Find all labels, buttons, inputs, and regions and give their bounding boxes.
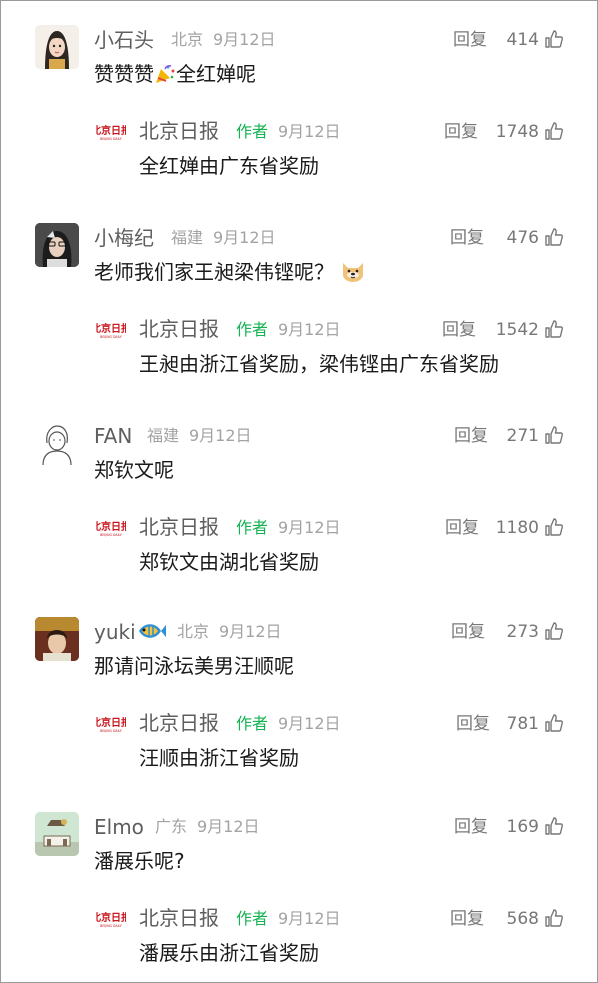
like-count: 273 — [506, 622, 539, 642]
user-avatar[interactable] — [35, 812, 79, 856]
reply-button[interactable]: 回复 — [442, 320, 476, 340]
reply-text: 郑钦文由湖北省奖励 — [139, 550, 319, 574]
comment-date: 9月12日 — [213, 228, 276, 247]
user-avatar[interactable] — [35, 25, 79, 69]
author-name[interactable]: 北京日报 — [139, 317, 219, 341]
username[interactable]: FAN — [94, 424, 132, 448]
comment-text-part: 老师我们家王昶梁伟铿呢？ — [94, 260, 334, 284]
like-count: 1542 — [495, 320, 539, 340]
comment-text-part: 全红婵呢 — [176, 62, 256, 86]
author-badge: 作者 — [236, 909, 269, 928]
comment-text: 郑钦文呢 — [94, 458, 174, 482]
comment-text: 老师我们家王昶梁伟铿呢？ — [94, 259, 366, 289]
thumbs-up-icon[interactable] — [544, 816, 564, 836]
author-name[interactable]: 北京日报 — [139, 119, 219, 143]
svg-text:BEIJING DAILY: BEIJING DAILY — [100, 533, 122, 537]
thumbs-up-icon[interactable] — [544, 713, 564, 733]
svg-text:北京日报: 北京日报 — [96, 520, 126, 533]
comment-location: 福建 — [147, 426, 180, 445]
beijing-daily-logo[interactable]: 北京日报BEIJING DAILY — [91, 910, 131, 928]
like-count: 781 — [506, 714, 539, 734]
comment-location: 福建 — [171, 228, 204, 247]
reply-date: 9月12日 — [278, 320, 341, 339]
svg-text:北京日报: 北京日报 — [96, 716, 126, 729]
author-badge: 作者 — [236, 518, 269, 537]
like-count: 1748 — [495, 122, 539, 142]
beijing-daily-logo[interactable]: 北京日报BEIJING DAILY — [91, 321, 131, 339]
svg-text:北京日报: 北京日报 — [96, 911, 126, 924]
reply-text: 潘展乐由浙江省奖励 — [139, 941, 319, 965]
author-badge: 作者 — [236, 122, 269, 141]
thumbs-up-icon[interactable] — [544, 121, 564, 141]
reply-date: 9月12日 — [278, 122, 341, 141]
user-avatar[interactable] — [35, 421, 79, 465]
svg-text:BEIJING DAILY: BEIJING DAILY — [100, 924, 122, 928]
thumbs-up-icon[interactable] — [544, 29, 564, 49]
fish-icon — [136, 617, 166, 649]
comment-date: 9月12日 — [189, 426, 252, 445]
author-name[interactable]: 北京日报 — [139, 515, 219, 539]
svg-text:北京日报: 北京日报 — [96, 124, 126, 137]
comment-location: 北京 — [171, 30, 204, 49]
reply-date: 9月12日 — [278, 909, 341, 928]
like-count: 414 — [506, 30, 539, 50]
like-count: 476 — [506, 228, 539, 248]
author-name[interactable]: 北京日报 — [139, 906, 219, 930]
comment-text-part: 赞赞赞 — [94, 62, 154, 86]
user-avatar[interactable] — [35, 223, 79, 267]
username[interactable]: yuki — [94, 620, 136, 644]
thumbs-up-icon[interactable] — [544, 227, 564, 247]
svg-text:BEIJING DAILY: BEIJING DAILY — [100, 335, 122, 339]
comment-location: 北京 — [177, 622, 210, 641]
thumbs-up-icon[interactable] — [544, 319, 564, 339]
username[interactable]: 小梅纪 — [94, 226, 154, 250]
reply-button[interactable]: 回复 — [445, 518, 479, 538]
beijing-daily-logo[interactable]: 北京日报BEIJING DAILY — [91, 715, 131, 733]
reply-date: 9月12日 — [278, 518, 341, 537]
thumbs-up-icon[interactable] — [544, 621, 564, 641]
beijing-daily-logo[interactable]: 北京日报BEIJING DAILY — [91, 519, 131, 537]
thumbs-up-icon[interactable] — [544, 425, 564, 445]
svg-text:BEIJING DAILY: BEIJING DAILY — [100, 137, 122, 141]
comment-text: 潘展乐呢? — [94, 849, 185, 873]
author-name[interactable]: 北京日报 — [139, 711, 219, 735]
beijing-daily-logo[interactable]: 北京日报BEIJING DAILY — [91, 123, 131, 141]
comment-location: 广东 — [155, 817, 188, 836]
user-avatar[interactable] — [35, 617, 79, 661]
comment-date: 9月12日 — [219, 622, 282, 641]
author-badge: 作者 — [236, 714, 269, 733]
svg-text:BEIJING DAILY: BEIJING DAILY — [100, 729, 122, 733]
like-count: 1180 — [495, 518, 539, 538]
author-badge: 作者 — [236, 320, 269, 339]
reply-text: 汪顺由浙江省奖励 — [139, 746, 299, 770]
like-count: 568 — [506, 909, 539, 929]
comment-list: 小石头 北京 9月12日 回复 414 赞赞赞全红婵呢 北京日报BEIJING … — [0, 0, 598, 983]
reply-text: 王昶由浙江省奖励，梁伟铿由广东省奖励 — [139, 352, 499, 376]
username[interactable]: 小石头 — [94, 28, 154, 52]
like-count: 169 — [506, 817, 539, 837]
username[interactable]: Elmo — [94, 815, 144, 839]
reply-text: 全红婵由广东省奖励 — [139, 154, 319, 178]
like-count: 271 — [506, 426, 539, 446]
thumbs-up-icon[interactable] — [544, 908, 564, 928]
doge-emoji-icon — [340, 259, 366, 289]
reply-date: 9月12日 — [278, 714, 341, 733]
comment-date: 9月12日 — [213, 30, 276, 49]
reply-button[interactable]: 回复 — [444, 122, 478, 142]
comment-text: 赞赞赞 全红婵呢 — [94, 61, 256, 91]
svg-text:北京日报: 北京日报 — [96, 322, 126, 335]
thumbs-up-icon[interactable] — [544, 517, 564, 537]
comment-text: 那请问泳坛美男汪顺呢 — [94, 654, 294, 678]
comment-date: 9月12日 — [197, 817, 260, 836]
party-popper-icon — [154, 63, 176, 91]
